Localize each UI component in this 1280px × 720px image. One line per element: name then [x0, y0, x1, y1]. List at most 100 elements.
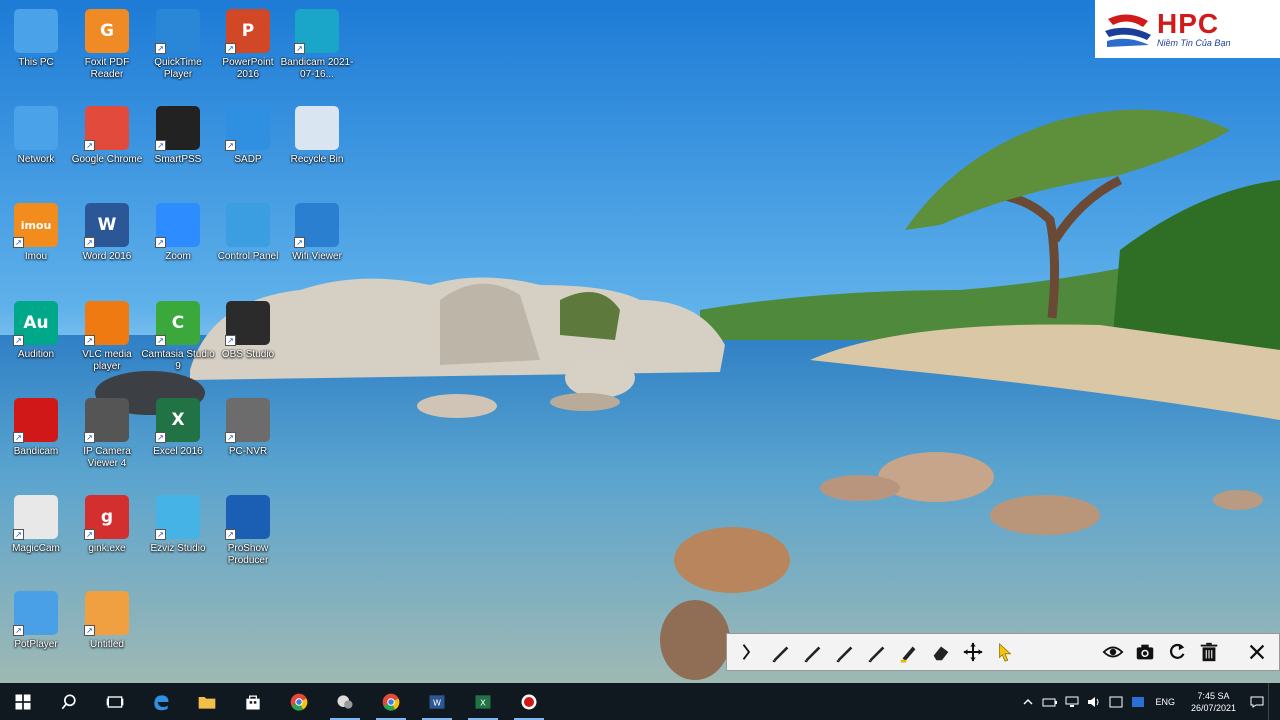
desktop-icon[interactable]: ↗ Wifi Viewer	[281, 202, 353, 294]
undo-button[interactable]	[1161, 636, 1193, 668]
shortcut-arrow-icon: ↗	[225, 335, 236, 346]
desktop-icon[interactable]: ↗ VLC media player	[71, 300, 143, 392]
desktop-icon[interactable]: ↗ PotPlayer	[0, 590, 72, 682]
task-view-button[interactable]	[92, 683, 138, 720]
pen-4-button[interactable]	[861, 636, 893, 668]
desktop-icon-label: MagicCam	[12, 543, 60, 554]
desktop-icon[interactable]: ↗ Bandicam	[0, 397, 72, 489]
logo-brand: HPC	[1157, 8, 1220, 39]
sadp-icon: ↗	[225, 105, 271, 151]
shortcut-arrow-icon: ↗	[13, 432, 24, 443]
desktop-icon-label: Wifi Viewer	[292, 251, 342, 262]
logo-slogan: Niềm Tin Của Bạn	[1157, 38, 1231, 48]
eraser-button[interactable]	[925, 636, 957, 668]
desktop-icon-label: Network	[17, 154, 55, 165]
desktop-icon[interactable]: ↗ QuickTime Player	[142, 8, 214, 100]
desktop-icon[interactable]: ↗ Google Chrome	[71, 105, 143, 197]
network-icon[interactable]	[1061, 683, 1083, 720]
foxit-pdf-icon: G	[84, 8, 130, 54]
desktop-icon[interactable]: imou ↗ Imou	[0, 202, 72, 294]
desktop-icon-label: Untitled	[90, 639, 124, 650]
desktop-icon[interactable]: ↗ Ezviz Studio	[142, 494, 214, 586]
desktop-icon[interactable]: g ↗ gink.exe	[71, 494, 143, 586]
taskbar-apps: WX	[0, 683, 552, 720]
chrome-2-taskbar[interactable]	[368, 683, 414, 720]
desktop-icon[interactable]: ↗ Untitled	[71, 590, 143, 682]
start-button[interactable]	[0, 683, 46, 720]
desktop-icon[interactable]: Control Panel	[212, 202, 284, 294]
folder-icon	[198, 696, 216, 709]
desktop-icon[interactable]: ↗ IP Camera Viewer 4	[71, 397, 143, 489]
svg-text:X: X	[480, 697, 486, 707]
desktop-icon[interactable]: Recycle Bin	[281, 105, 353, 197]
pen-1-button[interactable]	[765, 636, 797, 668]
file-explorer-taskbar[interactable]	[184, 683, 230, 720]
visibility-button[interactable]	[1097, 636, 1129, 668]
highlighter-button[interactable]	[893, 636, 925, 668]
pen-2-button[interactable]	[797, 636, 829, 668]
desktop-icon-label: VLC media player	[82, 349, 132, 372]
pen-icon	[868, 646, 885, 663]
desktop-icon-label: ProShow Producer	[227, 543, 269, 566]
show-desktop-button[interactable]	[1268, 683, 1274, 720]
collapse-toolbar-button[interactable]	[733, 636, 765, 668]
desktop-icon[interactable]: ↗ Bandicam 2021-07-16...	[281, 8, 353, 100]
hpc-logo-mark-icon	[1105, 14, 1151, 47]
shortcut-arrow-icon: ↗	[294, 237, 305, 248]
desktop-icon[interactable]: ↗ ProShow Producer	[212, 494, 284, 586]
desktop-icon[interactable]: X ↗ Excel 2016	[142, 397, 214, 489]
excel-icon: X	[475, 694, 491, 709]
search-button[interactable]	[46, 683, 92, 720]
desktop-icon[interactable]: ↗ SADP	[212, 105, 284, 197]
clock[interactable]: 7:45 SA 26/07/2021	[1191, 690, 1236, 714]
desktop-icon-label: PC-NVR	[228, 446, 268, 457]
shortcut-arrow-icon: ↗	[155, 432, 166, 443]
camera-icon	[1136, 644, 1154, 660]
pointer-button[interactable]	[989, 636, 1021, 668]
proshow-icon: ↗	[225, 494, 271, 540]
bandicam-taskbar[interactable]	[506, 683, 552, 720]
chrome-taskbar[interactable]	[276, 683, 322, 720]
desktop-icon-label: Control Panel	[217, 251, 279, 262]
desktop-icon[interactable]: This PC	[0, 8, 72, 100]
volume-icon[interactable]	[1083, 683, 1105, 720]
edge-taskbar[interactable]	[138, 683, 184, 720]
pen-3-button[interactable]	[829, 636, 861, 668]
notification-icon[interactable]	[1246, 683, 1268, 720]
desktop-icon[interactable]: ↗ SmartPSS	[142, 105, 214, 197]
network-icon-tile	[14, 106, 58, 150]
move-button[interactable]	[957, 636, 989, 668]
shortcut-arrow-icon: ↗	[155, 529, 166, 540]
desktop-icon[interactable]: ↗ PC-NVR	[212, 397, 284, 489]
desktop-icon[interactable]: ↗ Zoom	[142, 202, 214, 294]
eye-icon	[1102, 646, 1124, 658]
unikey-icon[interactable]	[1127, 683, 1149, 720]
excel-taskbar[interactable]: X	[460, 683, 506, 720]
clear-button[interactable]	[1193, 636, 1225, 668]
desktop-icon[interactable]: Network	[0, 105, 72, 197]
desktop-icon[interactable]: W ↗ Word 2016	[71, 202, 143, 294]
desktop-icon-label: This PC	[18, 57, 54, 68]
desktop-icon[interactable]: ↗ MagicCam	[0, 494, 72, 586]
chevron-up-icon[interactable]	[1017, 683, 1039, 720]
language-indicator[interactable]: ENG	[1155, 697, 1175, 707]
store-taskbar[interactable]	[230, 683, 276, 720]
magiccam-taskbar[interactable]	[322, 683, 368, 720]
highlighter-icon	[900, 646, 916, 663]
close-button[interactable]	[1241, 636, 1273, 668]
vlc-icon: ↗	[84, 300, 130, 346]
desktop-icon[interactable]: C ↗ Camtasia Studio 9	[141, 300, 215, 392]
ime-icon[interactable]	[1105, 683, 1127, 720]
magiccam-icon	[337, 694, 353, 709]
desktop-icon[interactable]: ↗ OBS Studio	[212, 300, 284, 392]
desktop-icon[interactable]: G Foxit PDF Reader	[71, 8, 143, 100]
word-taskbar[interactable]: W	[414, 683, 460, 720]
pen-icon	[804, 646, 821, 663]
search-icon	[61, 694, 76, 709]
shortcut-arrow-icon: ↗	[13, 529, 24, 540]
desktop-icon[interactable]: Au ↗ Audition	[0, 300, 72, 392]
screenshot-button[interactable]	[1129, 636, 1161, 668]
excel-icon: X ↗	[155, 397, 201, 443]
desktop-icon[interactable]: P ↗ PowerPoint 2016	[212, 8, 284, 100]
battery-icon[interactable]	[1039, 683, 1061, 720]
